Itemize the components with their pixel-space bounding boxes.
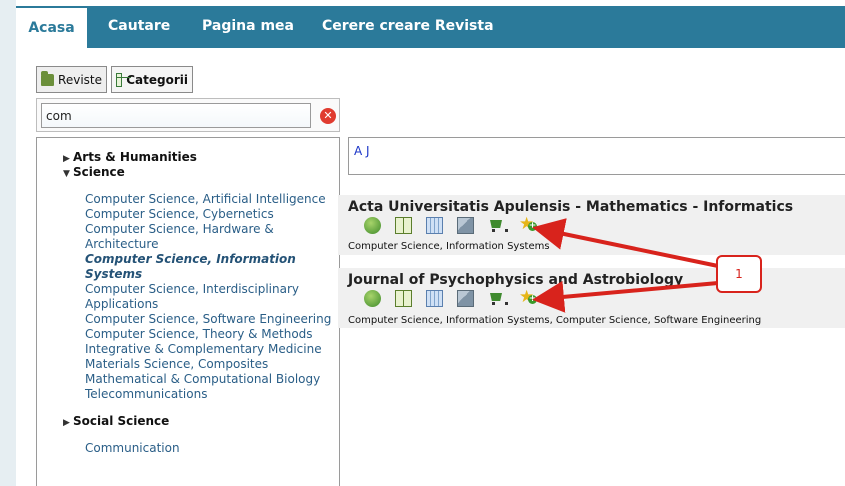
tree-link-cs-hardware[interactable]: Computer Science, Hardware & (85, 222, 274, 237)
globe-icon[interactable] (364, 290, 381, 307)
star-add-icon[interactable] (519, 287, 537, 307)
star-add-icon[interactable] (519, 214, 537, 234)
collapse-arrow-icon: ▼ (63, 169, 70, 179)
tab-cerere-creare-revista[interactable]: Cerere creare Revista (322, 6, 494, 48)
tab-acasa[interactable]: Acasa (16, 6, 87, 48)
tree-node-science[interactable]: ▼ Science (63, 165, 125, 179)
journal-actions (364, 214, 537, 235)
folder-icon (41, 70, 55, 86)
journal-title[interactable]: Acta Universitatis Apulensis - Mathemati… (348, 199, 793, 215)
tree-link-math-comp-biology[interactable]: Mathematical & Computational Biology (85, 372, 320, 387)
book-icon[interactable] (395, 290, 412, 307)
journal-actions (364, 287, 537, 308)
app-window: Acasa Cautare Pagina mea Cerere creare R… (0, 0, 845, 486)
journal-title[interactable]: Journal of Psychophysics and Astrobiolog… (348, 272, 683, 288)
tab-pagina-mea[interactable]: Pagina mea (202, 6, 294, 48)
tree-link-cs-theory-methods[interactable]: Computer Science, Theory & Methods (85, 327, 313, 342)
journal-categories: Computer Science, Information Systems (348, 241, 550, 252)
cart-icon[interactable] (488, 217, 508, 234)
annotation-callout: 1 (716, 255, 762, 293)
tree-link-cs-ai[interactable]: Computer Science, Artificial Intelligenc… (85, 192, 326, 207)
tree-link-cs-hardware-cont[interactable]: Architecture (85, 237, 158, 252)
expand-arrow-icon: ▶ (63, 418, 70, 428)
category-search-input[interactable] (41, 103, 311, 128)
search-box: ✕ (36, 98, 340, 132)
cart-icon[interactable] (488, 290, 508, 307)
tree-link-cs-software-engineering[interactable]: Computer Science, Software Engineering (85, 312, 331, 327)
tree-link-cs-cybernetics[interactable]: Computer Science, Cybernetics (85, 207, 274, 222)
book-icon[interactable] (395, 217, 412, 234)
tree-link-materials-composites[interactable]: Materials Science, Composites (85, 357, 268, 372)
categories-icon (116, 72, 132, 87)
table-icon[interactable] (426, 290, 443, 307)
journal-categories: Computer Science, Information Systems, C… (348, 315, 762, 326)
reviste-label: Reviste (58, 72, 102, 87)
tree-link-communication[interactable]: Communication (85, 441, 180, 456)
tree-link-telecommunications[interactable]: Telecommunications (85, 387, 207, 402)
left-margin (0, 0, 16, 486)
tab-cautare[interactable]: Cautare (108, 6, 170, 48)
categorii-button[interactable]: Categorii (111, 66, 193, 93)
tree-link-cs-interdisciplinary-cont[interactable]: Applications (85, 297, 158, 312)
categorii-label: Categorii (126, 72, 188, 87)
tree-node-social-science[interactable]: ▶ Social Science (63, 414, 169, 428)
tree-link-cs-interdisciplinary[interactable]: Computer Science, Interdisciplinary (85, 282, 299, 297)
tree-link-integrative-medicine[interactable]: Integrative & Complementary Medicine (85, 342, 322, 357)
stack-icon[interactable] (457, 290, 474, 307)
reviste-button[interactable]: Reviste (36, 66, 107, 93)
globe-icon[interactable] (364, 217, 381, 234)
tree-node-arts-humanities[interactable]: ▶ Arts & Humanities (63, 150, 197, 164)
stack-icon[interactable] (457, 217, 474, 234)
letter-link-a[interactable]: A (354, 144, 362, 158)
letter-link-j[interactable]: J (366, 144, 370, 158)
tree-link-cs-information-systems[interactable]: Computer Science, Information (85, 252, 296, 267)
tree-link-cs-information-systems-cont[interactable]: Systems (85, 267, 142, 282)
clear-icon[interactable]: ✕ (320, 108, 336, 124)
main-navbar: Acasa Cautare Pagina mea Cerere creare R… (16, 6, 845, 48)
alphabet-index: A J (348, 137, 845, 175)
table-icon[interactable] (426, 217, 443, 234)
expand-arrow-icon: ▶ (63, 154, 70, 164)
